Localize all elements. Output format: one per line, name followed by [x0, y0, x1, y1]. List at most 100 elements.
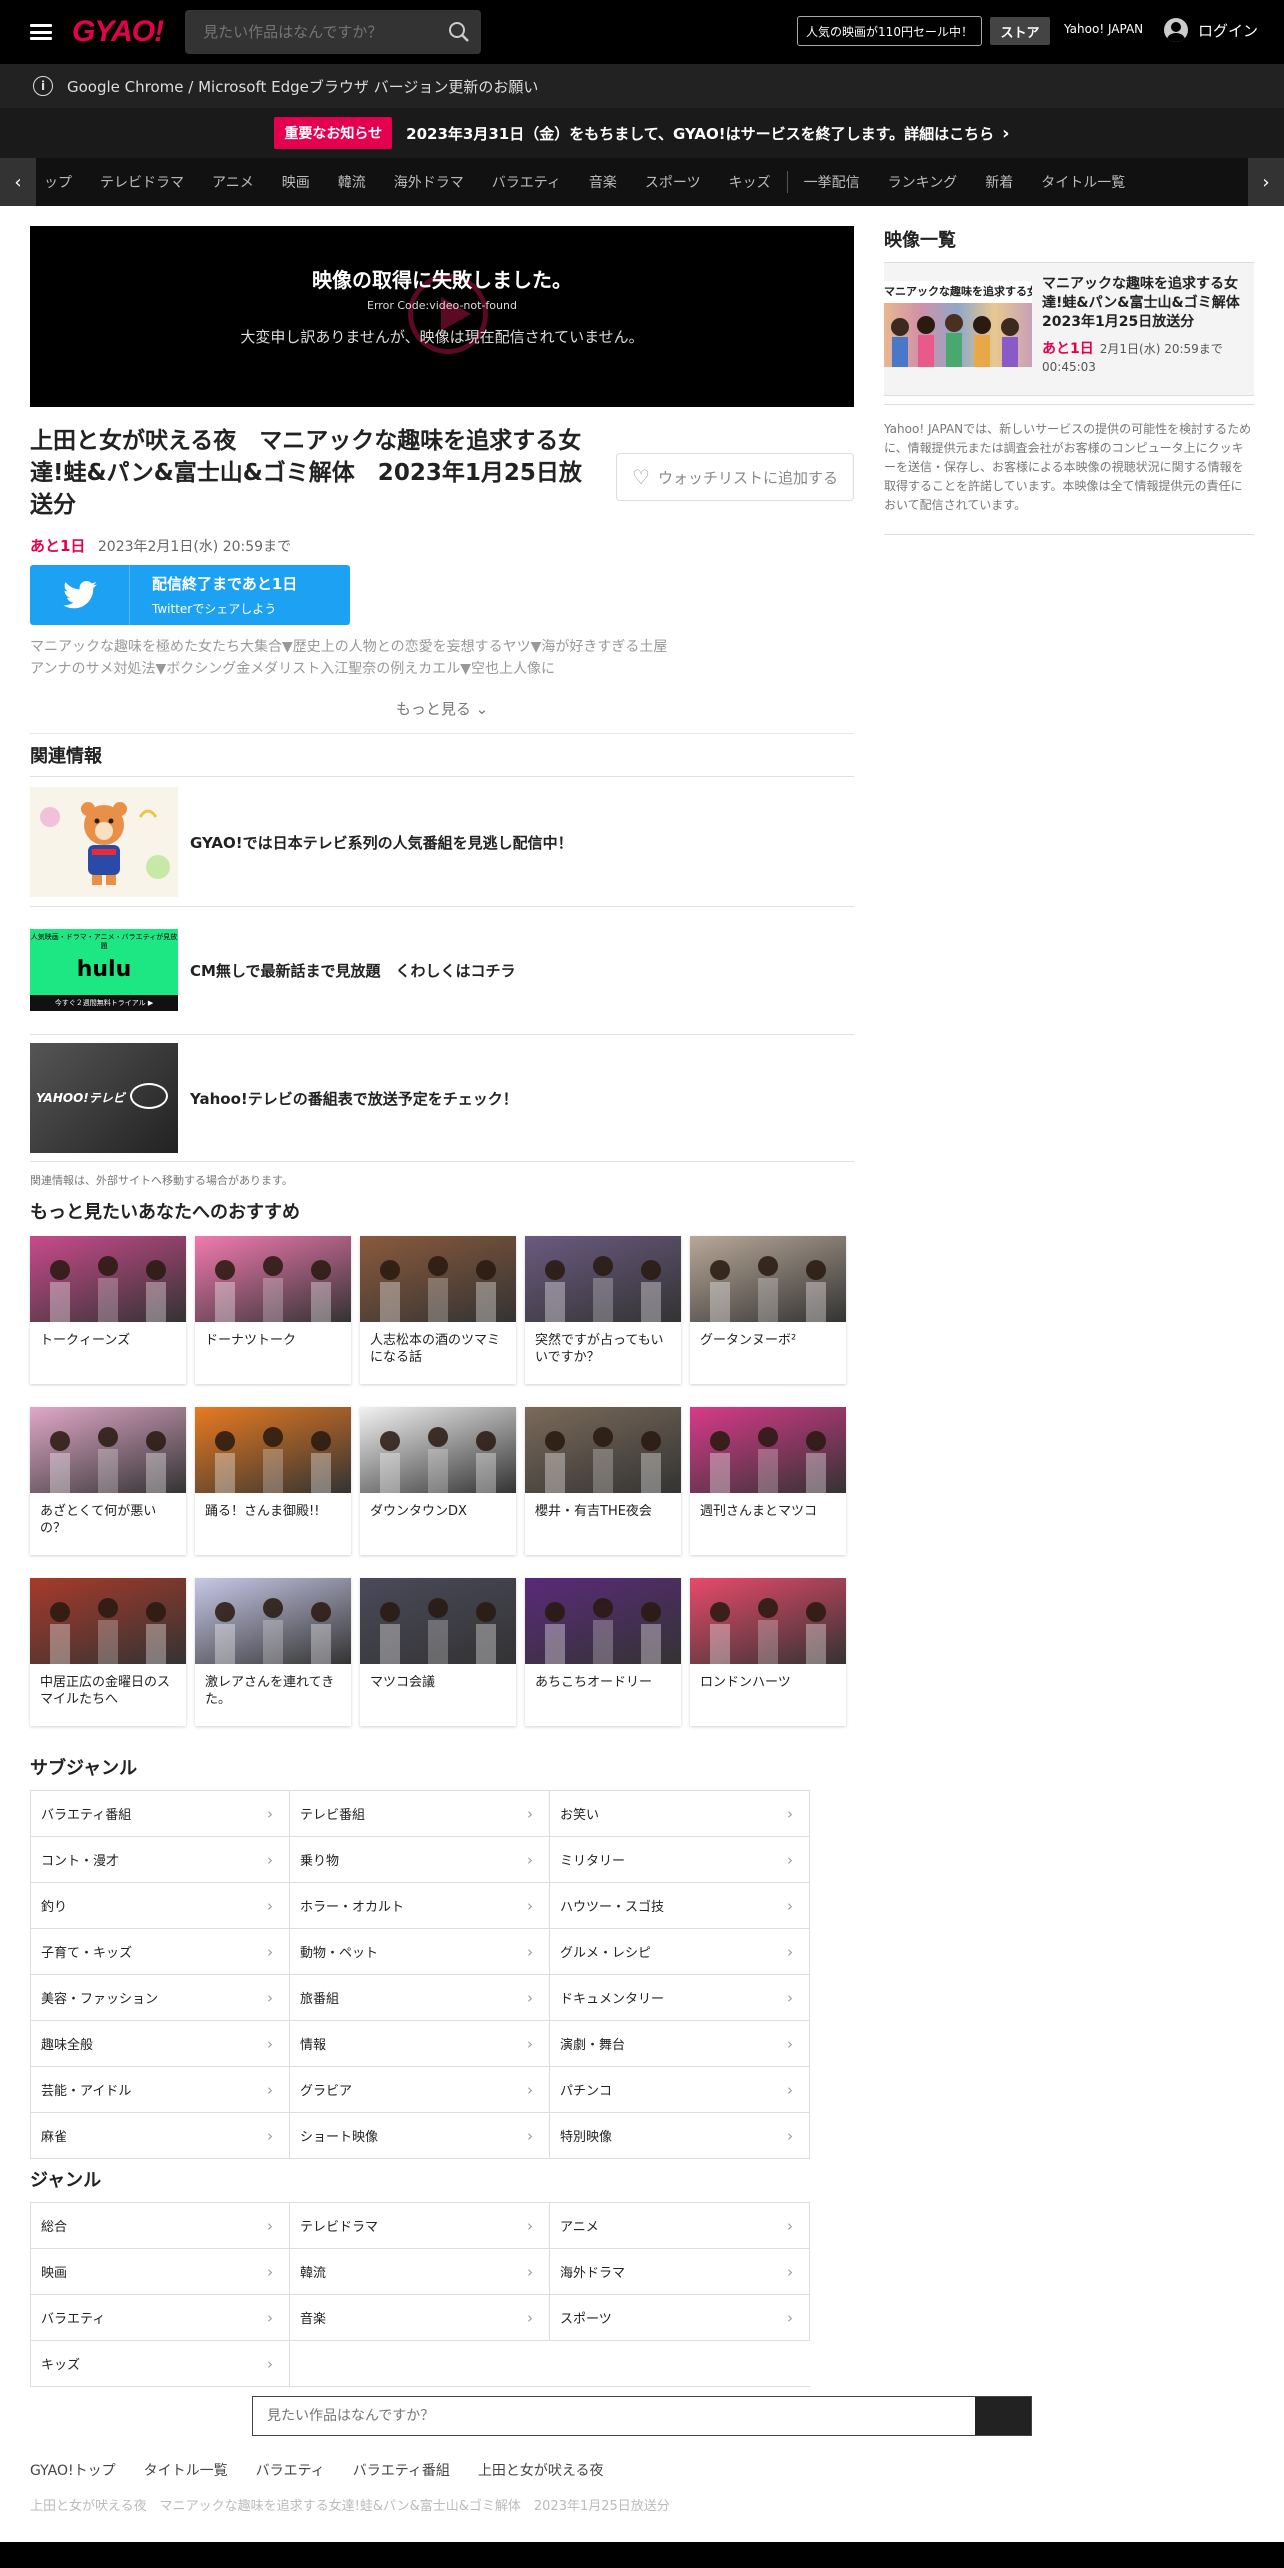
genre-link[interactable]: 総合 › — [30, 2203, 290, 2248]
subgenre-link[interactable]: 旅番組 › — [290, 1975, 550, 2020]
announcement-bar[interactable]: 重要なお知らせ 2023年3月31日（金）をもちまして、GYAO!はサービスを終… — [0, 108, 1284, 158]
recommend-card[interactable]: ダウンタウンDX — [360, 1407, 516, 1555]
bottom-search-input[interactable] — [253, 2397, 975, 2435]
subgenre-link[interactable]: バラエティ番組 › — [30, 1791, 290, 1836]
store-button[interactable]: ストア — [990, 17, 1050, 45]
genre-link[interactable]: 映画 › — [30, 2249, 290, 2294]
subgenre-link[interactable]: ミリタリー › — [550, 1837, 810, 1882]
recommend-card[interactable]: 踊る！さんま御殿!! — [195, 1407, 351, 1555]
sidebar-episode-card[interactable]: マニアックな趣味を追求する女 マニアックな趣味を追求する女達!蛙&パン&富士山&… — [884, 262, 1254, 396]
chevron-right-icon: › — [267, 2080, 273, 2099]
bottom-search-button[interactable] — [975, 2397, 1031, 2435]
twitter-share-button[interactable]: 配信終了まであと1日 Twitterでシェアしよう — [30, 565, 350, 625]
add-watchlist-button[interactable]: ♡ ウォッチリストに追加する — [616, 453, 854, 501]
nav-item[interactable]: 映画 — [268, 172, 324, 192]
subgenre-label: ハウツー・スゴ技 — [560, 1900, 665, 1915]
breadcrumb-link[interactable]: バラエティ番組 — [353, 2460, 450, 2480]
nav-item[interactable]: タイトル一覧 — [1027, 172, 1139, 192]
subgenre-link[interactable]: テレビ番組 › — [290, 1791, 550, 1836]
recommend-card[interactable]: あちこちオードリー — [525, 1578, 681, 1726]
subgenre-link[interactable]: 乗り物 › — [290, 1837, 550, 1882]
related-item[interactable]: 人気映画・ドラマ・アニメ・バラエティが見放題 hulu 今すぐ２週間無料トライア… — [30, 915, 854, 1025]
subgenre-link[interactable]: 美容・ファッション › — [30, 1975, 290, 2020]
subgenre-link[interactable]: 子育て・キッズ › — [30, 1929, 290, 1974]
nav-item[interactable]: 音楽 — [575, 172, 631, 192]
subgenre-link[interactable]: お笑い › — [550, 1791, 810, 1836]
genre-link[interactable]: 音楽 › — [290, 2295, 550, 2340]
recommend-card[interactable]: 中居正広の金曜日のスマイルたちへ — [30, 1578, 186, 1726]
nav-item[interactable]: 韓流 — [324, 172, 380, 192]
breadcrumb-link[interactable]: GYAO!トップ — [30, 2460, 116, 2480]
search-icon[interactable] — [437, 10, 481, 54]
genre-link[interactable]: バラエティ › — [30, 2295, 290, 2340]
genre-link[interactable]: アニメ › — [550, 2203, 810, 2248]
subgenre-link[interactable]: ショート映像 › — [290, 2113, 550, 2158]
subgenre-link[interactable]: グルメ・レシピ › — [550, 1929, 810, 1974]
nav-item[interactable]: バラエティ — [478, 172, 575, 192]
subgenre-link[interactable]: 芸能・アイドル › — [30, 2067, 290, 2112]
genre-label: 音楽 — [300, 2312, 327, 2327]
recommend-card[interactable]: 激レアさんを連れてきた。 — [195, 1578, 351, 1726]
recommend-title: グータンヌーボ² — [700, 1333, 797, 1348]
recommend-card[interactable]: グータンヌーボ² — [690, 1236, 846, 1384]
breadcrumb-link[interactable]: タイトル一覧 — [144, 2460, 228, 2480]
chevron-right-icon: › — [267, 1804, 273, 1823]
genre-link[interactable]: キッズ › — [30, 2341, 290, 2386]
nav-item[interactable]: 一挙配信 — [790, 172, 874, 192]
recommend-card[interactable]: 週刊さんまとマツコ — [690, 1407, 846, 1555]
subgenre-link[interactable]: パチンコ › — [550, 2067, 810, 2112]
nav-item[interactable]: テレビドラマ — [86, 172, 198, 192]
nav-item[interactable]: ップ — [36, 172, 86, 192]
recommend-card[interactable]: マツコ会議 — [360, 1578, 516, 1726]
video-player[interactable]: 映像の取得に失敗しました。 Error Code:video-not-found… — [30, 226, 854, 407]
recommend-card[interactable]: 突然ですが占ってもいいですか？ — [525, 1236, 681, 1384]
nav-prev-icon[interactable]: ‹ — [0, 158, 36, 206]
chevron-right-icon: › — [787, 1896, 793, 1915]
chevron-right-icon: › — [787, 2308, 793, 2327]
breadcrumb-link[interactable]: 上田と女が吠える夜 — [478, 2460, 604, 2480]
subgenre-link[interactable]: ホラー・オカルト › — [290, 1883, 550, 1928]
browser-notice[interactable]: i Google Chrome / Microsoft Edgeブラウザ バージ… — [0, 64, 1284, 108]
related-item[interactable]: YAHOO!テレビ Yahoo!テレビの番組表で放送予定をチェック！ — [30, 1043, 854, 1153]
subgenre-link[interactable]: ハウツー・スゴ技 › — [550, 1883, 810, 1928]
gyao-logo[interactable]: GYAO! — [72, 15, 164, 49]
nav-next-icon[interactable]: › — [1248, 158, 1284, 206]
recommend-card[interactable]: 櫻井・有吉THE夜会 — [525, 1407, 681, 1555]
subgenre-link[interactable]: コント・漫才 › — [30, 1837, 290, 1882]
recommend-card[interactable]: 人志松本の酒のツマミになる話 — [360, 1236, 516, 1384]
genre-link[interactable]: スポーツ › — [550, 2295, 810, 2340]
recommend-card[interactable]: ドーナツトーク — [195, 1236, 351, 1384]
genre-link[interactable]: 韓流 › — [290, 2249, 550, 2294]
chevron-right-icon: › — [787, 2080, 793, 2099]
nav-item[interactable]: アニメ — [198, 172, 268, 192]
subgenre-link[interactable]: グラビア › — [290, 2067, 550, 2112]
subgenre-link[interactable]: 特別映像 › — [550, 2113, 810, 2158]
subgenre-link[interactable]: 趣味全般 › — [30, 2021, 290, 2066]
recommend-card[interactable]: トークィーンズ — [30, 1236, 186, 1384]
yahoo-japan-link[interactable]: Yahoo! JAPAN — [1064, 22, 1143, 36]
recommend-card[interactable]: あざとくて何が悪いの？ — [30, 1407, 186, 1555]
promo-link[interactable]: 人気の映画が110円セール中！ — [797, 16, 982, 46]
nav-item[interactable]: 新着 — [971, 172, 1027, 192]
nav-item[interactable]: 海外ドラマ — [380, 172, 478, 192]
subgenre-link[interactable]: 釣り › — [30, 1883, 290, 1928]
subgenre-link[interactable]: ドキュメンタリー › — [550, 1975, 810, 2020]
recommend-card[interactable]: ロンドンハーツ — [690, 1578, 846, 1726]
search-input[interactable] — [185, 23, 438, 41]
nav-item[interactable]: ランキング — [874, 172, 972, 192]
subgenre-link[interactable]: 動物・ペット › — [290, 1929, 550, 1974]
menu-icon[interactable] — [30, 24, 52, 40]
subgenre-row: バラエティ番組 › テレビ番組 › お笑い › — [30, 1791, 810, 1837]
nav-item[interactable]: スポーツ — [631, 172, 715, 192]
breadcrumb-link[interactable]: バラエティ — [256, 2460, 325, 2480]
subgenre-link[interactable]: 麻雀 › — [30, 2113, 290, 2158]
subgenre-link[interactable]: 演劇・舞台 › — [550, 2021, 810, 2066]
show-more-button[interactable]: もっと見る ⌄ — [30, 698, 854, 719]
genre-link[interactable]: テレビドラマ › — [290, 2203, 550, 2248]
chevron-right-icon: › — [267, 2034, 273, 2053]
genre-link[interactable]: 海外ドラマ › — [550, 2249, 810, 2294]
login-button[interactable]: ログイン — [1164, 18, 1258, 42]
related-item[interactable]: GYAO!では日本テレビ系列の人気番組を見逃し配信中！ — [30, 787, 854, 897]
nav-item[interactable]: キッズ — [715, 172, 785, 192]
subgenre-link[interactable]: 情報 › — [290, 2021, 550, 2066]
